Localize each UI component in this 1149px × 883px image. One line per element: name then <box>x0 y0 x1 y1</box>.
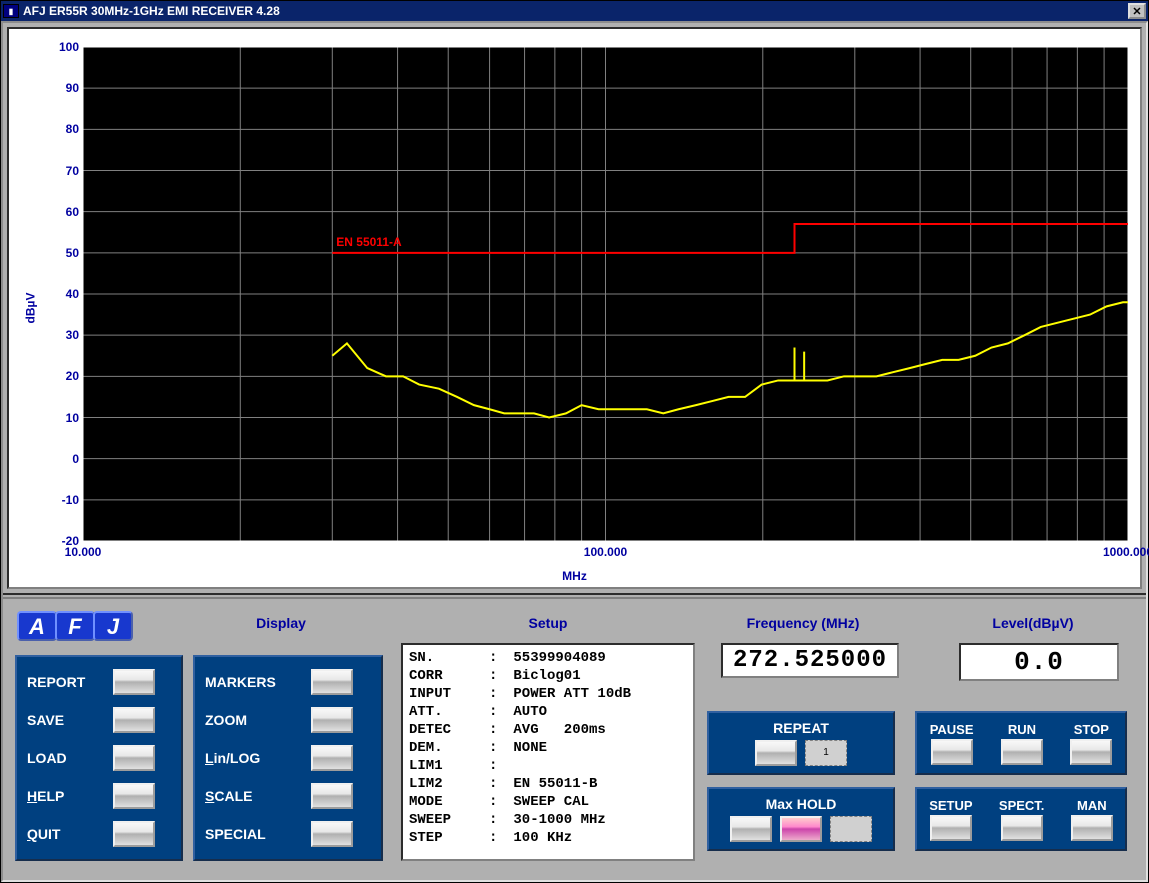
scale-label: SCALE <box>201 788 311 804</box>
setup-info-box: SN.: 55399904089CORR: Biclog01INPUT: POW… <box>401 643 695 861</box>
maxhold-button-3[interactable] <box>830 816 872 842</box>
titlebar: ▮ AFJ ER55R 30MHz-1GHz EMI RECEIVER 4.28… <box>1 1 1148 21</box>
limit-line-label: EN 55011-A <box>336 235 401 249</box>
save-label: SAVE <box>23 712 113 728</box>
maxhold-button-2[interactable] <box>780 816 822 842</box>
special-label: SPECIAL <box>201 826 311 842</box>
y-tick: 60 <box>39 205 79 219</box>
load-label: LOAD <box>23 750 113 766</box>
help-button[interactable] <box>113 783 155 809</box>
setup-row: DETEC: AVG 200ms <box>409 721 687 739</box>
linlog-label: Lin/LOG <box>201 750 311 766</box>
save-button[interactable] <box>113 707 155 733</box>
plot-area[interactable] <box>83 47 1128 541</box>
panel-title-level: Level(dBµV) <box>943 615 1123 631</box>
quit-label: QUIT <box>23 826 113 842</box>
stop-label: STOP <box>1074 722 1109 737</box>
setup-row: SWEEP: 30-1000 MHz <box>409 811 687 829</box>
zoom-button[interactable] <box>311 707 353 733</box>
y-tick: 0 <box>39 452 79 466</box>
quit-button[interactable] <box>113 821 155 847</box>
y-tick: 10 <box>39 411 79 425</box>
app-icon: ▮ <box>3 4 19 18</box>
setup-row: STEP: 100 KHz <box>409 829 687 847</box>
control-panel: A F J Display Setup Frequency (MHz) Leve… <box>3 599 1146 880</box>
linlog-button[interactable] <box>311 745 353 771</box>
x-tick: 1000.000 <box>1103 545 1149 559</box>
repeat-box: REPEAT 1 <box>707 711 895 775</box>
y-tick: 40 <box>39 287 79 301</box>
setup-row: DEM.: NONE <box>409 739 687 757</box>
logo-a: A <box>17 611 57 641</box>
pause-label: PAUSE <box>930 722 974 737</box>
setup-row: LIM2: EN 55011-B <box>409 775 687 793</box>
y-tick: 50 <box>39 246 79 260</box>
panel-title-setup: Setup <box>448 615 648 631</box>
setup-row: ATT.: AUTO <box>409 703 687 721</box>
report-button[interactable] <box>113 669 155 695</box>
stop-button[interactable] <box>1070 739 1112 765</box>
x-tick: 100.000 <box>584 545 627 559</box>
maxhold-box: Max HOLD <box>707 787 895 851</box>
y-tick: 80 <box>39 122 79 136</box>
maxhold-title: Max HOLD <box>766 796 837 812</box>
scale-button[interactable] <box>311 783 353 809</box>
repeat-count[interactable]: 1 <box>805 740 847 766</box>
logo-j: J <box>93 611 133 641</box>
run-control-box: PAUSE RUN STOP <box>915 711 1127 775</box>
pause-button[interactable] <box>931 739 973 765</box>
display-button-group: MARKERS ZOOM Lin/LOG SCALE SPECIAL <box>193 655 383 861</box>
frequency-readout: 272.525000 <box>721 643 899 678</box>
man-button[interactable] <box>1071 815 1113 841</box>
mode-control-box: SETUP SPECT. MAN <box>915 787 1127 851</box>
close-icon[interactable]: ✕ <box>1128 3 1146 19</box>
y-tick: 20 <box>39 369 79 383</box>
repeat-button[interactable] <box>755 740 797 766</box>
level-readout: 0.0 <box>959 643 1119 681</box>
spect-label: SPECT. <box>999 798 1045 813</box>
repeat-title: REPEAT <box>773 720 829 736</box>
x-tick: 10.000 <box>65 545 102 559</box>
report-label: REPORT <box>23 674 113 690</box>
markers-label: MARKERS <box>201 674 311 690</box>
app-window: ▮ AFJ ER55R 30MHz-1GHz EMI RECEIVER 4.28… <box>0 0 1149 883</box>
zoom-label: ZOOM <box>201 712 311 728</box>
y-tick: 90 <box>39 81 79 95</box>
window-title: AFJ ER55R 30MHz-1GHz EMI RECEIVER 4.28 <box>23 4 280 18</box>
spect-button[interactable] <box>1001 815 1043 841</box>
setup-row: CORR: Biclog01 <box>409 667 687 685</box>
panel-title-display: Display <box>221 615 341 631</box>
y-tick: 100 <box>39 40 79 54</box>
special-button[interactable] <box>311 821 353 847</box>
y-tick: 70 <box>39 164 79 178</box>
load-button[interactable] <box>113 745 155 771</box>
setup-row: LIM1: <box>409 757 687 775</box>
afj-logo: A F J <box>17 611 131 641</box>
panel-title-frequency: Frequency (MHz) <box>713 615 893 631</box>
setup-row: MODE: SWEEP CAL <box>409 793 687 811</box>
setup-button[interactable] <box>930 815 972 841</box>
markers-button[interactable] <box>311 669 353 695</box>
run-label: RUN <box>1008 722 1036 737</box>
help-label: HELP <box>23 788 113 804</box>
maxhold-button-1[interactable] <box>730 816 772 842</box>
logo-f: F <box>55 611 95 641</box>
setup-row: INPUT: POWER ATT 10dB <box>409 685 687 703</box>
setup-row: SN.: 55399904089 <box>409 649 687 667</box>
x-axis-label: MHz <box>562 569 587 583</box>
run-button[interactable] <box>1001 739 1043 765</box>
y-axis-label: dBµV <box>23 293 37 324</box>
chart-panel: dBµV MHz -20-100102030405060708090100 10… <box>7 27 1142 589</box>
y-tick: 30 <box>39 328 79 342</box>
y-tick: -10 <box>39 493 79 507</box>
file-button-group: REPORT SAVE LOAD HELP QUIT <box>15 655 183 861</box>
man-label: MAN <box>1077 798 1107 813</box>
plot-svg <box>83 47 1128 541</box>
setup-label: SETUP <box>929 798 972 813</box>
